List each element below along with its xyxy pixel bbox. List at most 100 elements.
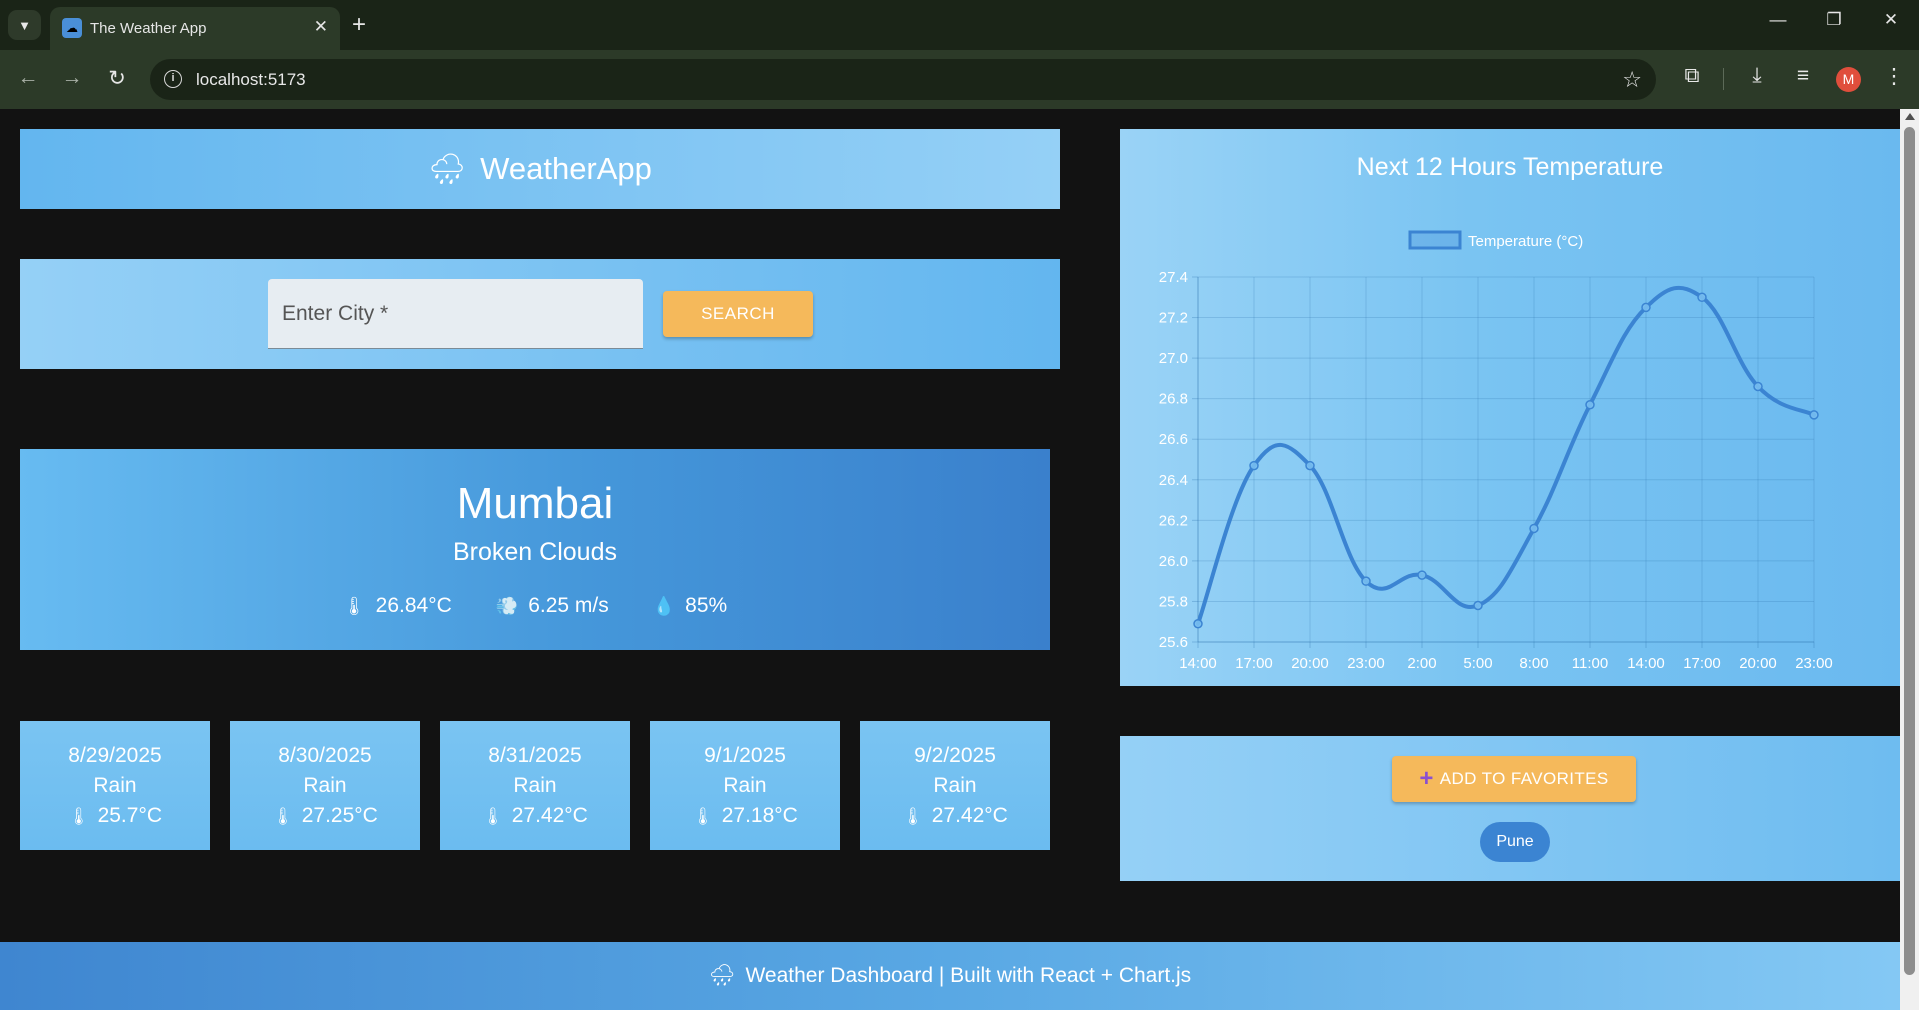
scroll-thumb[interactable]: [1904, 127, 1915, 975]
wind-value: 6.25 m/s: [528, 594, 609, 617]
forecast-card: 9/2/2025 Rain 🌡 27.42°C: [860, 721, 1050, 850]
forecast-condition: Rain: [93, 774, 137, 797]
forecast-temp-value: 27.18°C: [721, 804, 798, 827]
x-tick-label: 14:00: [1627, 655, 1665, 672]
forecast-condition: Rain: [933, 774, 977, 797]
forecast-date: 9/2/2025: [914, 744, 996, 767]
temperature-value: 26.84°C: [375, 594, 452, 617]
y-tick-label: 25.8: [1159, 593, 1188, 610]
scroll-up-arrow-icon[interactable]: [1905, 113, 1915, 120]
footer: 🌧 Weather Dashboard | Built with React +…: [0, 942, 1900, 1010]
y-tick-label: 27.2: [1159, 310, 1188, 327]
search-panel: SEARCH: [20, 259, 1060, 369]
temperature-chart: 25.6 25.8 26.0 26.2 26.4 26.6 26.8 27.0 27.2 27.4…: [1159, 230, 1833, 672]
x-tick-label: 8:00: [1519, 655, 1548, 672]
x-tick-label: 23:00: [1347, 655, 1385, 672]
toolbar-divider: [1723, 68, 1724, 90]
forward-icon[interactable]: →: [58, 66, 86, 90]
favorite-city-chip[interactable]: Pune: [1480, 822, 1550, 862]
app-header: 🌧 WeatherApp: [20, 129, 1060, 209]
x-tick-label: 23:00: [1795, 655, 1833, 672]
x-tick-label: 2:00: [1407, 655, 1436, 672]
city-name: Mumbai: [456, 479, 614, 528]
bookmark-star-icon[interactable]: ☆: [1622, 67, 1642, 93]
data-point: [1641, 302, 1651, 313]
media-queue-icon[interactable]: ≡: [1788, 64, 1818, 88]
x-tick-label: 20:00: [1291, 655, 1329, 672]
x-tick-label: 20:00: [1739, 655, 1777, 672]
x-tick-label: 14:00: [1179, 655, 1217, 672]
y-tick-label: 26.8: [1159, 391, 1188, 408]
site-info-icon[interactable]: i: [164, 70, 182, 88]
humidity-value: 85%: [685, 594, 728, 617]
tab-title: The Weather App: [90, 20, 207, 37]
forecast-temp-value: 25.7°C: [97, 804, 163, 827]
forecast-date: 8/30/2025: [278, 744, 372, 767]
data-point: [1529, 523, 1539, 534]
forecast-temp-value: 27.42°C: [931, 804, 1008, 827]
thermometer-icon: 🌡: [482, 807, 504, 826]
x-tick-label: 17:00: [1235, 655, 1273, 672]
legend-swatch: [1408, 230, 1462, 250]
forecast-temp: 🌡 25.7°C: [20, 804, 210, 828]
forecast-card: 8/30/2025 Rain 🌡 27.25°C: [230, 721, 420, 850]
favorites-panel: + ADD TO FAVORITES Pune: [1120, 736, 1900, 881]
forecast-temp: 🌡 27.42°C: [440, 804, 630, 828]
restore-icon[interactable]: ❐: [1814, 10, 1854, 30]
download-icon[interactable]: ⤓: [1742, 64, 1772, 88]
x-tick-label: 17:00: [1683, 655, 1721, 672]
thermometer-icon: 🌡: [902, 807, 924, 826]
forecast-temp-value: 27.25°C: [301, 804, 378, 827]
extensions-icon[interactable]: ⧉: [1677, 64, 1707, 88]
data-point: [1473, 600, 1483, 611]
reload-icon[interactable]: ↻: [103, 66, 131, 91]
minimize-icon[interactable]: —: [1758, 10, 1798, 30]
forecast-temp: 🌡 27.42°C: [860, 804, 1050, 828]
forecast-temp: 🌡 27.25°C: [230, 804, 420, 828]
page-scrollbar[interactable]: [1900, 109, 1919, 1010]
address-bar[interactable]: i localhost:5173 ☆: [150, 59, 1656, 100]
plus-icon: +: [1419, 765, 1434, 792]
forecast-card: 9/1/2025 Rain 🌡 27.18°C: [650, 721, 840, 850]
data-point: [1361, 576, 1371, 586]
data-point: [1305, 460, 1315, 471]
forecast-date: 9/1/2025: [704, 744, 786, 767]
profile-avatar[interactable]: M: [1836, 67, 1861, 92]
legend-label: Temperature (°C): [1468, 233, 1583, 250]
data-point: [1585, 400, 1595, 410]
y-tick-label: 26.0: [1159, 553, 1188, 570]
cloud-rain-icon: 🌧: [708, 964, 736, 987]
droplet-icon: 💧: [652, 595, 676, 616]
menu-kebab-icon[interactable]: ⋮: [1879, 64, 1909, 89]
browser-tab-bar: ▼ ☁ The Weather App ✕ + — ❐ ✕: [0, 0, 1919, 50]
thermometer-icon: 🌡: [67, 807, 90, 826]
y-tick-label: 26.2: [1159, 512, 1188, 529]
forecast-card: 8/29/2025 Rain 🌡 25.7°C: [20, 721, 210, 850]
address-url: localhost:5173: [196, 70, 306, 89]
data-point: [1697, 292, 1707, 303]
city-input[interactable]: [268, 279, 643, 349]
y-tick-label: 25.6: [1159, 634, 1188, 651]
wind-icon: 💨: [495, 595, 519, 616]
add-to-favorites-button[interactable]: + ADD TO FAVORITES: [1392, 756, 1636, 802]
back-icon[interactable]: ←: [14, 66, 42, 90]
app-title: WeatherApp: [480, 151, 652, 186]
new-tab-icon[interactable]: +: [352, 10, 366, 40]
close-tab-icon[interactable]: ✕: [314, 17, 328, 37]
thermometer-icon: 🌡: [692, 807, 714, 826]
data-point: [1753, 381, 1763, 392]
add-to-favorites-label: ADD TO FAVORITES: [1439, 769, 1609, 788]
data-point: [1417, 570, 1427, 580]
forecast-condition: Rain: [723, 774, 767, 797]
tab-search-button[interactable]: ▼: [8, 10, 41, 40]
data-point: [1249, 460, 1259, 471]
forecast-temp: 🌡 27.18°C: [650, 804, 840, 828]
close-window-icon[interactable]: ✕: [1871, 10, 1911, 30]
forecast-condition: Rain: [303, 774, 347, 797]
search-button[interactable]: SEARCH: [663, 291, 813, 337]
x-tick-label: 5:00: [1463, 655, 1492, 672]
humidity-metric: 💧 85%: [653, 594, 727, 618]
browser-tab[interactable]: ☁ The Weather App ✕: [50, 7, 340, 50]
wind-metric: 💨 6.25 m/s: [496, 594, 609, 618]
y-tick-label: 27.4: [1159, 269, 1188, 286]
